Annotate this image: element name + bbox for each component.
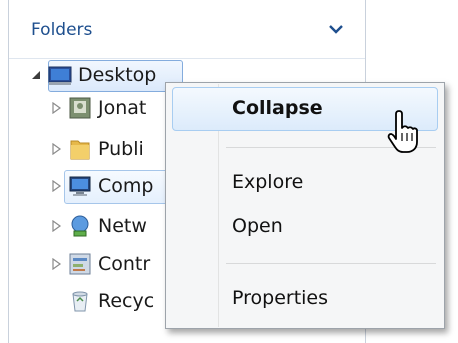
tree-item-network[interactable]: Netw	[50, 211, 147, 241]
menu-separator	[226, 263, 436, 264]
menu-item-properties[interactable]: Properties	[232, 287, 328, 309]
tree-item-control-panel[interactable]: Contr	[50, 249, 150, 279]
collapsed-triangle-icon[interactable]	[50, 220, 62, 232]
collapsed-triangle-icon[interactable]	[50, 102, 62, 114]
control-panel-icon	[69, 253, 91, 275]
hand-cursor-icon	[387, 110, 418, 153]
expanded-triangle-icon[interactable]	[30, 69, 42, 81]
tree-item-label: Jonat	[98, 97, 147, 119]
network-icon	[71, 215, 89, 237]
tree-item-computer[interactable]: Comp	[50, 171, 153, 201]
recycle-bin-icon	[72, 291, 88, 312]
chevron-down-icon[interactable]	[329, 24, 343, 34]
tree-item-user[interactable]: Jonat	[50, 93, 146, 123]
user-folder-icon	[69, 97, 91, 119]
tree-item-label: Comp	[98, 175, 154, 197]
folders-header[interactable]: Folders	[9, 0, 365, 59]
collapsed-triangle-icon[interactable]	[50, 258, 62, 270]
collapsed-triangle-icon[interactable]	[50, 180, 62, 192]
folders-title: Folders	[31, 20, 93, 40]
collapsed-triangle-icon[interactable]	[50, 143, 62, 155]
tree-item-label: Publi	[98, 138, 144, 160]
tree-item-public[interactable]: Publi	[50, 134, 144, 164]
tree-item-label: Contr	[98, 253, 151, 275]
menu-item-collapse[interactable]: Collapse	[232, 97, 323, 119]
menu-item-explore[interactable]: Explore	[232, 171, 303, 193]
tree-item-desktop[interactable]: Desktop	[30, 60, 156, 90]
tree-item-label: Netw	[98, 215, 147, 237]
computer-icon	[69, 176, 91, 196]
tree-item-recycle-bin[interactable]: Recyc	[68, 286, 154, 316]
menu-item-open[interactable]: Open	[232, 215, 283, 237]
desktop-icon	[48, 66, 72, 85]
folder-icon	[70, 140, 90, 160]
tree-item-label: Desktop	[78, 64, 157, 86]
tree-item-label: Recyc	[98, 290, 155, 312]
